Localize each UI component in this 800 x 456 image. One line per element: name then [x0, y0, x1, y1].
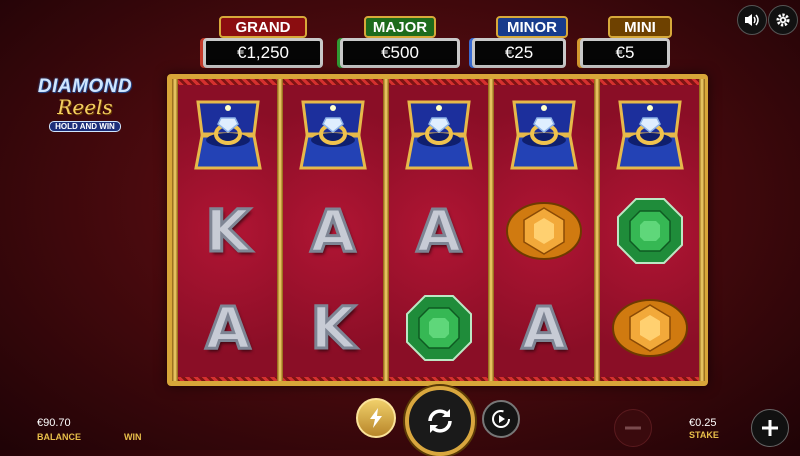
- letter-symbol: A: [520, 292, 568, 363]
- balance-value: €90.70: [37, 417, 71, 429]
- letter-symbol: K: [309, 292, 357, 363]
- balance-label: BALANCE: [37, 432, 81, 442]
- jackpot-label: MAJOR: [364, 16, 436, 38]
- reel-area[interactable]: KAAKAA: [167, 74, 708, 386]
- reel-symbol: K: [178, 182, 278, 279]
- jackpot-label: MINOR: [496, 16, 568, 38]
- reel-1: KA: [178, 85, 278, 377]
- ring-box-icon: [405, 100, 473, 169]
- amber-gem-icon: [612, 298, 688, 357]
- ring-box-icon: [299, 100, 367, 169]
- decrease-stake-button[interactable]: [614, 409, 652, 447]
- reel-symbol: [283, 85, 383, 182]
- reel-symbol: [494, 182, 594, 279]
- jackpot-value: €1,250: [203, 38, 323, 68]
- win-label: WIN: [124, 432, 142, 442]
- spin-button[interactable]: [405, 386, 475, 456]
- reel-divider: [699, 79, 705, 381]
- minus-icon: [625, 426, 641, 430]
- reel-4: A: [494, 85, 594, 377]
- plus-icon: [762, 420, 778, 436]
- reel-divider: [594, 79, 600, 381]
- gear-icon: [776, 13, 790, 27]
- reel-divider: [383, 79, 389, 381]
- lightning-icon: [370, 408, 382, 428]
- autoplay-button[interactable]: [482, 400, 520, 438]
- autoplay-icon: [492, 410, 510, 428]
- amber-gem-icon: [506, 201, 582, 260]
- settings-button[interactable]: [768, 5, 798, 35]
- jackpot-value: €25: [472, 38, 566, 68]
- letter-symbol: A: [309, 195, 357, 266]
- reel-symbol: [178, 85, 278, 182]
- reel-symbol: A: [389, 182, 489, 279]
- reel-symbol: [389, 85, 489, 182]
- ring-box-icon: [510, 100, 578, 169]
- letter-symbol: A: [204, 292, 252, 363]
- game-logo: DIAMOND Reels HOLD AND WIN: [20, 76, 150, 140]
- reel-symbol: K: [283, 279, 383, 376]
- jackpot-minor: MINOR €25: [472, 16, 592, 70]
- stake-value: €0.25: [689, 417, 717, 429]
- ring-box-icon: [194, 100, 262, 169]
- jackpot-mini: MINI €5: [580, 16, 700, 70]
- reel-divider: [488, 79, 494, 381]
- speaker-icon: [745, 14, 759, 26]
- reel-symbol: [494, 85, 594, 182]
- letter-symbol: A: [415, 195, 463, 266]
- ring-box-icon: [616, 100, 684, 169]
- sound-button[interactable]: [737, 5, 767, 35]
- reel-symbol: A: [494, 279, 594, 376]
- reel-symbol: [600, 279, 700, 376]
- reel-divider: [172, 79, 178, 381]
- reel-symbol: A: [283, 182, 383, 279]
- jackpot-label: GRAND: [219, 16, 307, 38]
- reel-symbol: [600, 182, 700, 279]
- spin-arrows-icon: [428, 409, 452, 433]
- letter-symbol: K: [204, 195, 252, 266]
- reel-symbol: [389, 279, 489, 376]
- reel-symbol: A: [178, 279, 278, 376]
- reel-3: A: [389, 85, 489, 377]
- jackpot-major: MAJOR €500: [340, 16, 460, 70]
- stake-label: STAKE: [689, 430, 719, 440]
- reel-divider: [277, 79, 283, 381]
- jackpot-label: MINI: [608, 16, 672, 38]
- increase-stake-button[interactable]: [751, 409, 789, 447]
- emerald-icon: [406, 294, 472, 361]
- emerald-icon: [617, 197, 683, 264]
- reel-5: [600, 85, 700, 377]
- jackpot-value: €5: [580, 38, 670, 68]
- reel-symbol: [600, 85, 700, 182]
- reel-2: AK: [283, 85, 383, 377]
- turbo-button[interactable]: [356, 398, 396, 438]
- logo-subtitle: Reels: [57, 95, 113, 119]
- jackpot-value: €500: [340, 38, 460, 68]
- jackpot-grand: GRAND €1,250: [203, 16, 323, 70]
- logo-badge: HOLD AND WIN: [49, 121, 121, 132]
